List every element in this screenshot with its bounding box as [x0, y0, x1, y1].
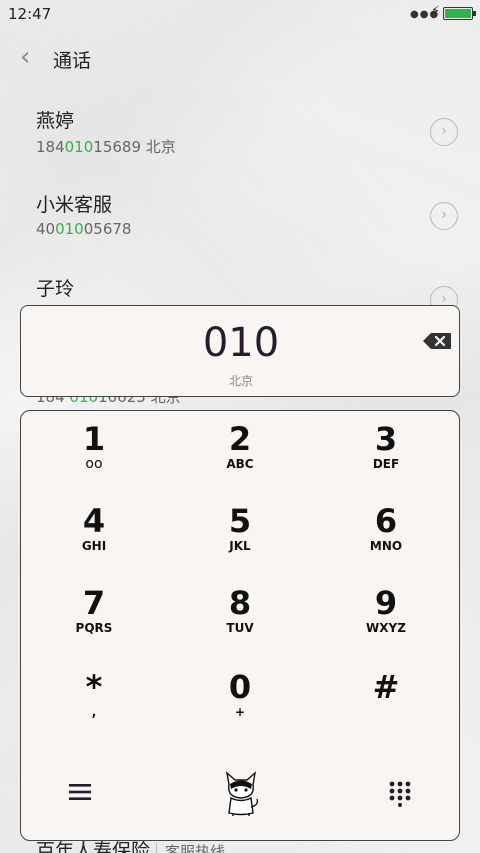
key-1[interactable]: 1 oo — [21, 411, 167, 493]
key-hash[interactable]: # — [313, 659, 459, 741]
chevron-right-icon[interactable]: › — [430, 118, 458, 146]
key-2[interactable]: 2 ABC — [167, 411, 313, 493]
charging-icon: ⚡ — [431, 4, 441, 19]
chevron-right-icon[interactable]: › — [430, 202, 458, 230]
dialed-display: 010 北京 — [20, 305, 460, 397]
dialpad-icon[interactable] — [389, 781, 411, 807]
page-title: 通话 — [53, 50, 92, 72]
key-8[interactable]: 8 TUV — [167, 575, 313, 657]
menu-icon[interactable] — [69, 783, 91, 801]
key-5[interactable]: 5 JKL — [167, 493, 313, 575]
contact-tag: 客服热线 — [156, 843, 226, 853]
key-6[interactable]: 6 MNO — [313, 493, 459, 575]
status-time: 12:47 — [8, 5, 52, 23]
status-bar: 12:47 ●●● ⚡ — [0, 0, 480, 28]
keypad: 1 oo 2 ABC 3 DEF 4 GHI 5 JKL 6 MNO 7 PQR… — [20, 410, 460, 841]
contact-name: 百年人寿保险 — [36, 840, 151, 853]
header: ‹ 通话 — [0, 30, 480, 86]
contact-name: 小米客服 — [36, 194, 113, 216]
battery-icon — [443, 7, 476, 20]
key-star[interactable]: * , — [21, 659, 167, 741]
contact-number: 4001005678 — [36, 220, 132, 238]
contact-name: 燕婷 — [36, 110, 75, 132]
result-row[interactable]: 百年人寿保险 客服热线 — [36, 836, 226, 853]
key-0[interactable]: 0 + — [167, 659, 313, 741]
contact-number: 18401015689 北京 — [36, 138, 176, 156]
key-3[interactable]: 3 DEF — [313, 411, 459, 493]
contact-name: 子玲 — [36, 278, 75, 300]
backspace-icon[interactable] — [422, 332, 452, 350]
result-row[interactable]: 小米客服 4001005678 › — [0, 190, 480, 274]
key-7[interactable]: 7 PQRS — [21, 575, 167, 657]
key-9[interactable]: 9 WXYZ — [313, 575, 459, 657]
key-4[interactable]: 4 GHI — [21, 493, 167, 575]
voicemail-icon: oo — [85, 456, 103, 472]
result-row[interactable]: 燕婷 18401015689 北京 › — [0, 106, 480, 190]
back-icon[interactable]: ‹ — [20, 44, 36, 70]
dialed-location: 北京 — [228, 374, 253, 388]
cartoon-avatar-icon[interactable] — [221, 769, 261, 817]
dialed-number: 010 — [202, 320, 280, 366]
